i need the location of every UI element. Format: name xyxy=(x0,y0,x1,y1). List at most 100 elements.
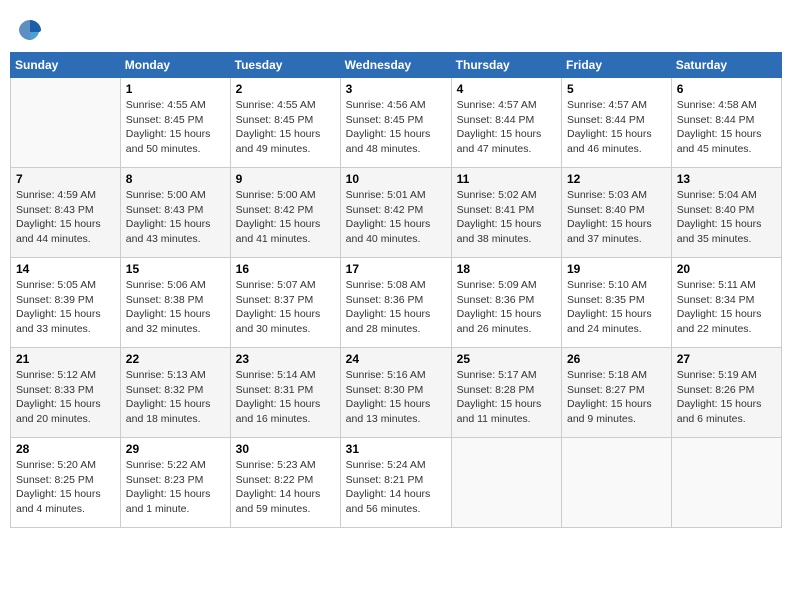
day-number: 20 xyxy=(677,262,776,276)
weekday-header-wednesday: Wednesday xyxy=(340,53,451,78)
day-number: 26 xyxy=(567,352,666,366)
day-number: 11 xyxy=(457,172,556,186)
day-info: Sunrise: 5:00 AMSunset: 8:43 PMDaylight:… xyxy=(126,188,225,247)
day-number: 15 xyxy=(126,262,225,276)
day-info: Sunrise: 5:14 AMSunset: 8:31 PMDaylight:… xyxy=(236,368,335,427)
day-number: 16 xyxy=(236,262,335,276)
calendar-cell: 27 Sunrise: 5:19 AMSunset: 8:26 PMDayligh… xyxy=(671,348,781,438)
day-number: 18 xyxy=(457,262,556,276)
day-info: Sunrise: 4:57 AMSunset: 8:44 PMDaylight:… xyxy=(567,98,666,157)
calendar-cell: 8Sunrise: 5:00 AMSunset: 8:43 PMDaylight… xyxy=(120,168,230,258)
calendar-cell: 7 Sunrise: 4:59 AMSunset: 8:43 PMDaylight… xyxy=(11,168,121,258)
calendar-cell: 4 Sunrise: 4:57 AMSunset: 8:44 PMDaylight… xyxy=(451,78,561,168)
day-info: Sunrise: 5:13 AMSunset: 8:32 PMDaylight:… xyxy=(126,368,225,427)
day-number: 1 xyxy=(126,82,225,96)
calendar-week-row: 28Sunrise: 5:20 AMSunset: 8:25 PMDayligh… xyxy=(11,438,782,528)
calendar-cell: 3 Sunrise: 4:56 AMSunset: 8:45 PMDaylight… xyxy=(340,78,451,168)
logo xyxy=(14,16,44,40)
day-number: 3 xyxy=(346,82,446,96)
calendar-cell: 1 Sunrise: 4:55 AMSunset: 8:45 PMDaylight… xyxy=(120,78,230,168)
day-info: Sunrise: 4:57 AMSunset: 8:44 PMDaylight:… xyxy=(457,98,556,157)
day-number: 4 xyxy=(457,82,556,96)
weekday-header-monday: Monday xyxy=(120,53,230,78)
day-number: 5 xyxy=(567,82,666,96)
calendar-cell: 25 Sunrise: 5:17 AMSunset: 8:28 PMDayligh… xyxy=(451,348,561,438)
day-number: 17 xyxy=(346,262,446,276)
calendar-cell: 28Sunrise: 5:20 AMSunset: 8:25 PMDayligh… xyxy=(11,438,121,528)
day-info: Sunrise: 5:08 AMSunset: 8:36 PMDaylight:… xyxy=(346,278,446,337)
day-info: Sunrise: 5:09 AMSunset: 8:36 PMDaylight:… xyxy=(457,278,556,337)
calendar-cell: 19Sunrise: 5:10 AMSunset: 8:35 PMDayligh… xyxy=(562,258,672,348)
day-number: 27 xyxy=(677,352,776,366)
calendar-cell: 5 Sunrise: 4:57 AMSunset: 8:44 PMDaylight… xyxy=(562,78,672,168)
day-number: 9 xyxy=(236,172,335,186)
calendar-cell: 2 Sunrise: 4:55 AMSunset: 8:45 PMDaylight… xyxy=(230,78,340,168)
calendar-cell: 31 Sunrise: 5:24 AMSunset: 8:21 PMDayligh… xyxy=(340,438,451,528)
calendar-table: SundayMondayTuesdayWednesdayThursdayFrid… xyxy=(10,52,782,528)
day-info: Sunrise: 5:00 AMSunset: 8:42 PMDaylight:… xyxy=(236,188,335,247)
day-number: 13 xyxy=(677,172,776,186)
calendar-cell xyxy=(671,438,781,528)
day-number: 24 xyxy=(346,352,446,366)
weekday-header-sunday: Sunday xyxy=(11,53,121,78)
day-info: Sunrise: 4:59 AMSunset: 8:43 PMDaylight:… xyxy=(16,188,115,247)
weekday-header-saturday: Saturday xyxy=(671,53,781,78)
day-number: 25 xyxy=(457,352,556,366)
day-number: 10 xyxy=(346,172,446,186)
day-number: 12 xyxy=(567,172,666,186)
calendar-cell: 6Sunrise: 4:58 AMSunset: 8:44 PMDaylight… xyxy=(671,78,781,168)
calendar-cell: 26Sunrise: 5:18 AMSunset: 8:27 PMDayligh… xyxy=(562,348,672,438)
day-number: 7 xyxy=(16,172,115,186)
weekday-header-thursday: Thursday xyxy=(451,53,561,78)
calendar-cell: 9 Sunrise: 5:00 AMSunset: 8:42 PMDaylight… xyxy=(230,168,340,258)
day-info: Sunrise: 5:07 AMSunset: 8:37 PMDaylight:… xyxy=(236,278,335,337)
calendar-cell: 14Sunrise: 5:05 AMSunset: 8:39 PMDayligh… xyxy=(11,258,121,348)
calendar-cell: 16 Sunrise: 5:07 AMSunset: 8:37 PMDayligh… xyxy=(230,258,340,348)
day-number: 6 xyxy=(677,82,776,96)
day-info: Sunrise: 5:19 AMSunset: 8:26 PMDaylight:… xyxy=(677,368,776,427)
calendar-week-row: 1 Sunrise: 4:55 AMSunset: 8:45 PMDaylight… xyxy=(11,78,782,168)
day-info: Sunrise: 5:12 AMSunset: 8:33 PMDaylight:… xyxy=(16,368,115,427)
calendar-cell: 17 Sunrise: 5:08 AMSunset: 8:36 PMDayligh… xyxy=(340,258,451,348)
logo-icon xyxy=(16,16,44,44)
day-number: 31 xyxy=(346,442,446,456)
day-info: Sunrise: 5:10 AMSunset: 8:35 PMDaylight:… xyxy=(567,278,666,337)
header xyxy=(10,10,782,46)
calendar-week-row: 14Sunrise: 5:05 AMSunset: 8:39 PMDayligh… xyxy=(11,258,782,348)
day-info: Sunrise: 5:06 AMSunset: 8:38 PMDaylight:… xyxy=(126,278,225,337)
day-info: Sunrise: 5:11 AMSunset: 8:34 PMDaylight:… xyxy=(677,278,776,337)
day-info: Sunrise: 5:22 AMSunset: 8:23 PMDaylight:… xyxy=(126,458,225,517)
day-number: 21 xyxy=(16,352,115,366)
calendar-cell: 18 Sunrise: 5:09 AMSunset: 8:36 PMDayligh… xyxy=(451,258,561,348)
day-info: Sunrise: 5:04 AMSunset: 8:40 PMDaylight:… xyxy=(677,188,776,247)
calendar-cell xyxy=(451,438,561,528)
day-number: 30 xyxy=(236,442,335,456)
calendar-cell xyxy=(562,438,672,528)
day-number: 14 xyxy=(16,262,115,276)
day-info: Sunrise: 4:55 AMSunset: 8:45 PMDaylight:… xyxy=(126,98,225,157)
calendar-cell: 13 Sunrise: 5:04 AMSunset: 8:40 PMDayligh… xyxy=(671,168,781,258)
calendar-week-row: 7 Sunrise: 4:59 AMSunset: 8:43 PMDaylight… xyxy=(11,168,782,258)
weekday-header-row: SundayMondayTuesdayWednesdayThursdayFrid… xyxy=(11,53,782,78)
calendar-cell: 22 Sunrise: 5:13 AMSunset: 8:32 PMDayligh… xyxy=(120,348,230,438)
calendar-cell: 29 Sunrise: 5:22 AMSunset: 8:23 PMDayligh… xyxy=(120,438,230,528)
calendar-cell: 21 Sunrise: 5:12 AMSunset: 8:33 PMDayligh… xyxy=(11,348,121,438)
day-info: Sunrise: 5:03 AMSunset: 8:40 PMDaylight:… xyxy=(567,188,666,247)
day-number: 29 xyxy=(126,442,225,456)
day-info: Sunrise: 5:17 AMSunset: 8:28 PMDaylight:… xyxy=(457,368,556,427)
calendar-cell xyxy=(11,78,121,168)
day-number: 28 xyxy=(16,442,115,456)
day-info: Sunrise: 5:16 AMSunset: 8:30 PMDaylight:… xyxy=(346,368,446,427)
calendar-cell: 24 Sunrise: 5:16 AMSunset: 8:30 PMDayligh… xyxy=(340,348,451,438)
calendar-cell: 15 Sunrise: 5:06 AMSunset: 8:38 PMDayligh… xyxy=(120,258,230,348)
calendar-week-row: 21 Sunrise: 5:12 AMSunset: 8:33 PMDayligh… xyxy=(11,348,782,438)
day-number: 22 xyxy=(126,352,225,366)
calendar-cell: 11Sunrise: 5:02 AMSunset: 8:41 PMDayligh… xyxy=(451,168,561,258)
calendar-cell: 10Sunrise: 5:01 AMSunset: 8:42 PMDayligh… xyxy=(340,168,451,258)
day-number: 23 xyxy=(236,352,335,366)
day-info: Sunrise: 4:56 AMSunset: 8:45 PMDaylight:… xyxy=(346,98,446,157)
day-info: Sunrise: 5:24 AMSunset: 8:21 PMDaylight:… xyxy=(346,458,446,517)
day-number: 2 xyxy=(236,82,335,96)
day-info: Sunrise: 4:55 AMSunset: 8:45 PMDaylight:… xyxy=(236,98,335,157)
day-info: Sunrise: 5:23 AMSunset: 8:22 PMDaylight:… xyxy=(236,458,335,517)
